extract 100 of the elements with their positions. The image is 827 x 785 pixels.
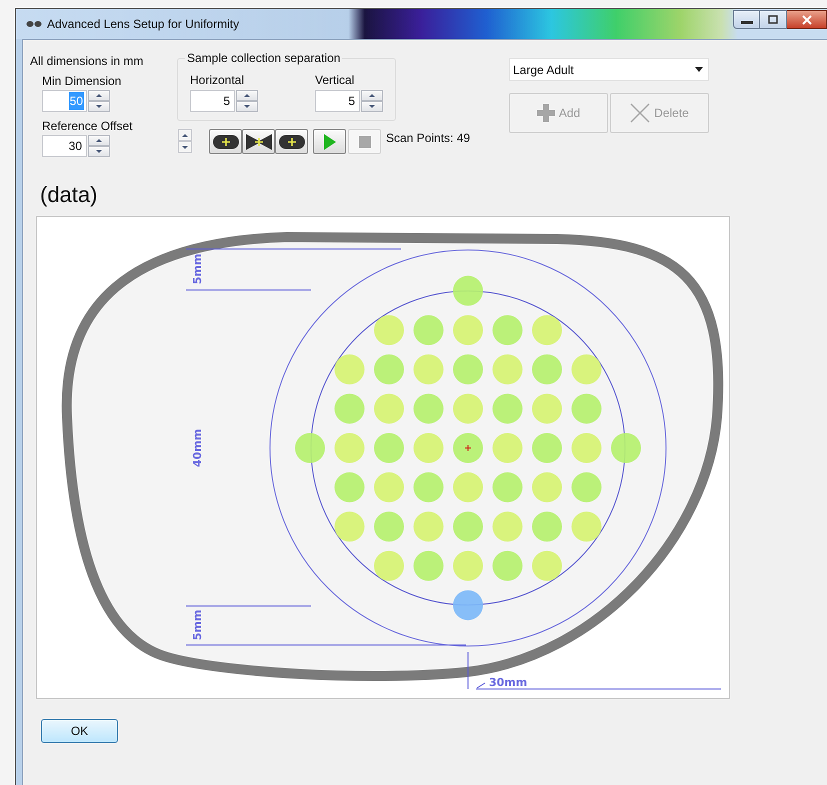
scan-point xyxy=(414,394,444,424)
spin-up-button[interactable] xyxy=(236,90,258,101)
scan-point xyxy=(414,315,444,346)
down-arrow-icon xyxy=(96,150,102,153)
center-cross-icon xyxy=(464,444,472,452)
stop-icon xyxy=(358,136,370,148)
spin-down-button[interactable] xyxy=(88,146,110,157)
close-button[interactable] xyxy=(787,10,827,29)
scan-point xyxy=(334,472,364,502)
scan-point xyxy=(453,550,483,581)
scan-point xyxy=(374,354,404,384)
scan-point xyxy=(453,354,483,384)
up-arrow-icon xyxy=(244,94,250,97)
scan-point xyxy=(414,512,444,542)
dimension-label: 5mm xyxy=(191,254,204,284)
field-label: Vertical xyxy=(315,73,356,88)
scan-point xyxy=(374,315,404,346)
down-arrow-icon xyxy=(182,146,188,148)
scan-point xyxy=(532,433,562,463)
dimension-label: 40mm xyxy=(191,428,204,468)
spin-down-button[interactable] xyxy=(88,101,110,112)
up-arrow-icon xyxy=(96,94,102,97)
scan-point xyxy=(532,550,562,581)
window-title: Advanced Lens Setup for Uniformity xyxy=(47,16,240,33)
spin-up-button[interactable] xyxy=(88,135,110,146)
scan-point xyxy=(492,512,522,542)
number-field[interactable]: 5 xyxy=(190,90,235,112)
down-arrow-icon xyxy=(244,105,250,108)
scan-point xyxy=(334,433,364,463)
view-title: (data) xyxy=(40,182,98,208)
scan-point xyxy=(572,472,602,502)
scan-points-label: Scan Points: 49 xyxy=(386,130,470,147)
scan-point xyxy=(453,433,483,463)
down-arrow-icon xyxy=(369,105,375,108)
scan-point xyxy=(334,394,364,424)
scan-point xyxy=(334,512,364,542)
scan-point xyxy=(492,394,522,424)
scan-point xyxy=(374,472,404,502)
spin-up-button[interactable] xyxy=(88,90,110,101)
scan-point xyxy=(572,512,602,542)
scan-point xyxy=(532,472,562,502)
scan-point xyxy=(453,394,483,424)
scan-point xyxy=(492,472,522,502)
scan-point xyxy=(295,433,325,463)
play-button[interactable] xyxy=(313,129,346,154)
scan-point xyxy=(414,472,444,502)
minimize-icon xyxy=(740,21,752,24)
field-label: Reference Offset xyxy=(42,119,134,134)
up-arrow-icon xyxy=(182,134,188,136)
scan-point xyxy=(492,354,522,384)
scan-point xyxy=(532,394,562,424)
scan-point xyxy=(374,394,404,424)
group-title: Sample collection separation xyxy=(186,50,342,67)
spin-down-button[interactable] xyxy=(236,101,258,112)
spin-down-button[interactable] xyxy=(178,141,192,153)
scan-point xyxy=(334,354,364,384)
scan-point xyxy=(572,354,602,384)
scan-point xyxy=(374,433,404,463)
number-field[interactable]: 5 xyxy=(315,90,360,112)
field-label: Min Dimension xyxy=(42,74,122,89)
close-icon xyxy=(800,14,812,24)
spin-up-button[interactable] xyxy=(178,129,192,141)
spin-down-button[interactable] xyxy=(361,101,383,112)
scan-point xyxy=(414,354,444,384)
maximize-icon xyxy=(767,14,779,24)
dimension-label: 5mm xyxy=(191,610,204,640)
dimension-label: 30mm xyxy=(489,676,528,689)
scan-point xyxy=(532,315,562,346)
scan-point xyxy=(532,512,562,542)
scan-point xyxy=(572,394,602,424)
scan-point xyxy=(414,433,444,463)
add-lens-button[interactable] xyxy=(275,129,308,154)
dots-icon xyxy=(26,20,42,28)
add-lens-button[interactable] xyxy=(209,129,242,154)
scan-point xyxy=(453,276,483,306)
number-field[interactable]: 30 xyxy=(42,135,87,157)
spin-up-button[interactable] xyxy=(361,90,383,101)
ok-button[interactable]: OK xyxy=(41,719,118,743)
x-icon xyxy=(630,103,650,123)
plus-icon xyxy=(536,104,555,122)
scan-point xyxy=(414,550,444,581)
bowtie-button[interactable] xyxy=(242,129,275,154)
minimize-button[interactable] xyxy=(733,10,760,29)
lens-plus-icon xyxy=(212,132,240,150)
section-heading: All dimensions in mm xyxy=(30,54,144,69)
profile-dropdown[interactable]: Large Adult xyxy=(509,58,709,81)
play-icon xyxy=(322,132,336,150)
scan-point xyxy=(492,433,522,463)
scan-point xyxy=(611,433,641,463)
scan-point xyxy=(453,590,483,620)
scan-point xyxy=(532,354,562,384)
caret-icon xyxy=(695,67,703,72)
scan-point xyxy=(453,472,483,502)
maximize-button[interactable] xyxy=(760,10,787,29)
scan-point xyxy=(453,512,483,542)
lens-plus-icon xyxy=(278,132,306,150)
scan-point xyxy=(492,550,522,581)
scan-point xyxy=(453,315,483,346)
scan-point xyxy=(572,433,602,463)
scan-point xyxy=(492,315,522,346)
